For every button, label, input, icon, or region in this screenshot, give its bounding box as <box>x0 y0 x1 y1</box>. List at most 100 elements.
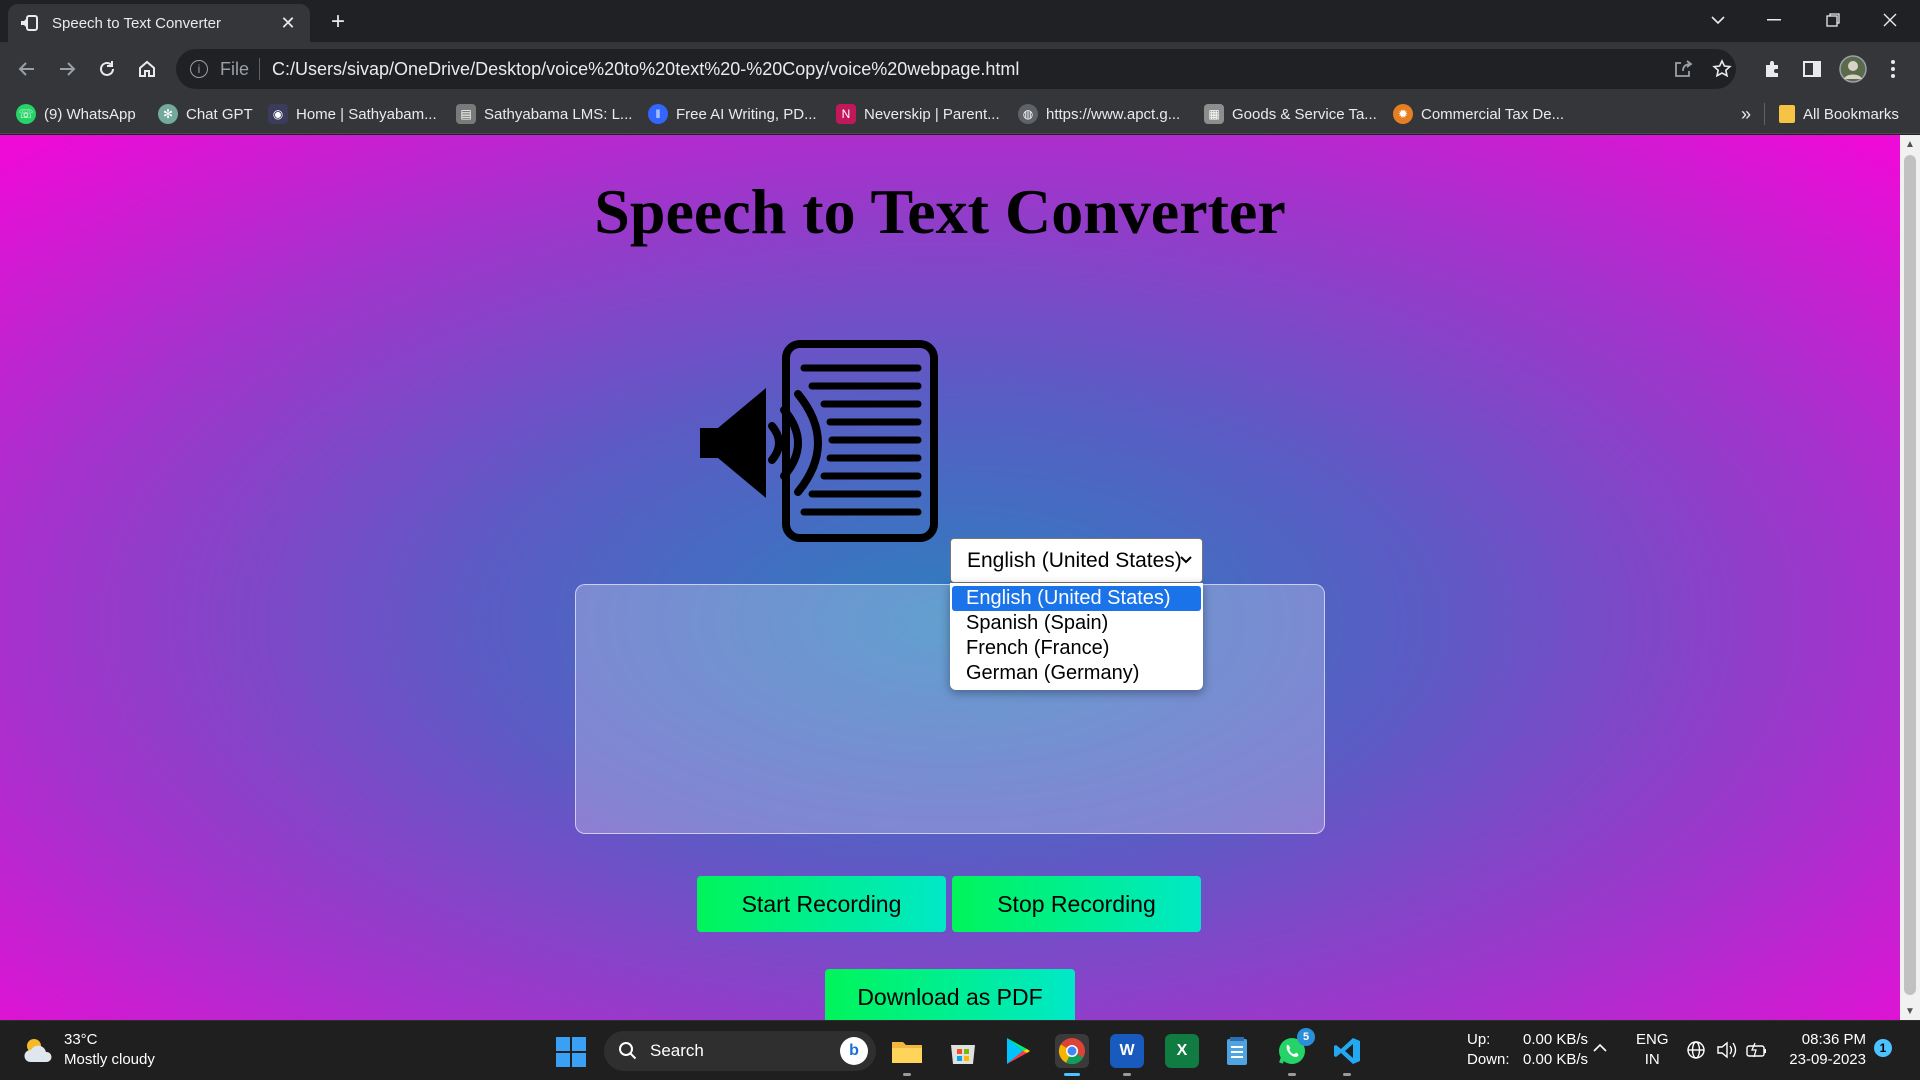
net-up-value: 0.00 KB/s <box>1523 1031 1589 1048</box>
url-text[interactable]: C:/Users/sivap/OneDrive/Desktop/voice%20… <box>272 59 1019 80</box>
weather-desc: Mostly cloudy <box>64 1051 155 1068</box>
bookmark-label: https://www.apct.g... <box>1046 105 1181 123</box>
weather-widget[interactable]: 33°C Mostly cloudy <box>22 1030 155 1070</box>
clock-time: 08:36 PM <box>1801 1031 1866 1048</box>
scroll-down-icon[interactable]: ▼ <box>1900 1002 1920 1020</box>
url-separator <box>259 58 261 80</box>
ai-writing-icon: ǁ <box>648 104 668 124</box>
search-label: Search <box>650 1041 704 1060</box>
vscode-icon[interactable] <box>1330 1034 1364 1068</box>
tab-strip: Speech to Text Converter ✕ + <box>0 0 1920 42</box>
bookmark-star-icon[interactable] <box>1707 54 1737 84</box>
chevron-up-icon[interactable] <box>1592 1039 1608 1059</box>
bookmark-chatgpt[interactable]: ✻ Chat GPT <box>158 96 253 132</box>
neverskip-icon: N <box>836 104 856 124</box>
start-tile <box>556 1053 570 1067</box>
tab-search-icon[interactable] <box>1690 0 1746 40</box>
excel-icon[interactable]: X <box>1165 1034 1199 1068</box>
language-option-english-us[interactable]: English (United States) <box>952 586 1201 611</box>
chrome-icon[interactable] <box>1055 1034 1089 1068</box>
weather-temp: 33°C <box>64 1031 98 1048</box>
start-tile <box>572 1053 586 1067</box>
address-bar[interactable]: i File C:/Users/sivap/OneDrive/Desktop/v… <box>176 49 1736 89</box>
page-title: Speech to Text Converter <box>594 176 1286 247</box>
tab-close-icon[interactable]: ✕ <box>278 13 298 33</box>
bookmark-label: Chat GPT <box>186 105 253 123</box>
lang-line2: IN <box>1644 1051 1660 1068</box>
notification-badge[interactable]: 1 <box>1874 1039 1892 1057</box>
network-speed: Up: 0.00 KB/s Down: 0.00 KB/s <box>1467 1030 1588 1070</box>
battery-icon[interactable] <box>1746 1041 1768 1065</box>
network-globe-icon[interactable] <box>1686 1040 1706 1066</box>
bookmark-apct[interactable]: ◍ https://www.apct.g... <box>1018 96 1180 132</box>
bookmark-ai-writing[interactable]: ǁ Free AI Writing, PD... <box>648 96 817 132</box>
clock[interactable]: 08:36 PM 23-09-2023 <box>1786 1030 1866 1070</box>
page-scrollbar[interactable]: ▲ ▼ <box>1900 135 1920 1020</box>
bookmark-commercial-tax[interactable]: ✹ Commercial Tax De... <box>1393 96 1564 132</box>
language-dropdown-list: English (United States) Spanish (Spain) … <box>950 583 1203 690</box>
running-indicator <box>1123 1073 1131 1076</box>
share-icon[interactable] <box>1668 54 1698 84</box>
speech-to-text-icon <box>700 340 938 542</box>
close-window-icon[interactable] <box>1862 0 1918 40</box>
all-bookmarks-button[interactable]: All Bookmarks <box>1779 96 1899 132</box>
notepad-icon[interactable] <box>1220 1034 1254 1068</box>
start-recording-button[interactable]: Start Recording <box>697 876 946 932</box>
taskbar-search[interactable]: Search b <box>604 1031 876 1071</box>
back-icon[interactable] <box>12 54 42 84</box>
tab-active[interactable]: Speech to Text Converter ✕ <box>8 4 310 42</box>
bookmark-sathyabama-home[interactable]: ◉ Home | Sathyabam... <box>268 96 437 132</box>
taskbar: 33°C Mostly cloudy Search b W X 5 Up: 0.… <box>0 1020 1920 1080</box>
bing-icon[interactable]: b <box>840 1037 868 1065</box>
start-button[interactable] <box>556 1037 586 1067</box>
commercial-tax-icon: ✹ <box>1393 104 1413 124</box>
lang-line1: ENG <box>1636 1031 1669 1048</box>
more-bookmarks-button[interactable]: » <box>1741 96 1751 132</box>
all-bookmarks-label: All Bookmarks <box>1803 105 1899 123</box>
stop-recording-button[interactable]: Stop Recording <box>952 876 1201 932</box>
minimize-icon[interactable] <box>1746 0 1802 40</box>
lms-icon: ▤ <box>456 104 476 124</box>
file-explorer-icon[interactable] <box>890 1034 924 1068</box>
page-viewport: Speech to Text Converter English (United… <box>0 135 1900 1020</box>
extensions-icon[interactable] <box>1757 54 1787 84</box>
restore-icon[interactable] <box>1805 0 1861 40</box>
scrollbar-thumb[interactable] <box>1904 155 1916 995</box>
menu-dots-icon[interactable] <box>1878 54 1908 84</box>
bookmark-gst[interactable]: ▦ Goods & Service Ta... <box>1204 96 1377 132</box>
word-icon[interactable]: W <box>1110 1034 1144 1068</box>
tab-favicon-icon <box>20 14 38 32</box>
new-tab-icon[interactable]: + <box>324 8 352 36</box>
globe-icon: ◍ <box>1018 104 1038 124</box>
bookmark-neverskip[interactable]: N Neverskip | Parent... <box>836 96 1000 132</box>
reload-icon[interactable] <box>92 54 122 84</box>
start-tile <box>572 1037 586 1051</box>
forward-icon[interactable] <box>52 54 82 84</box>
language-option-french[interactable]: French (France) <box>950 636 1203 661</box>
whatsapp-icon: ☏ <box>16 104 36 124</box>
active-indicator <box>1064 1073 1080 1076</box>
start-tile <box>556 1037 570 1051</box>
bookmark-label: Commercial Tax De... <box>1421 105 1565 123</box>
language-option-spanish[interactable]: Spanish (Spain) <box>950 611 1203 636</box>
profile-avatar[interactable] <box>1838 54 1868 84</box>
bookmark-label: Goods & Service Ta... <box>1232 105 1377 123</box>
browser-toolbar: i File C:/Users/sivap/OneDrive/Desktop/v… <box>0 42 1920 96</box>
language-option-german[interactable]: German (Germany) <box>950 661 1203 686</box>
volume-icon[interactable] <box>1716 1040 1738 1066</box>
whatsapp-app-icon[interactable]: 5 <box>1275 1028 1315 1068</box>
microsoft-store-icon[interactable] <box>946 1034 980 1068</box>
site-info-icon[interactable]: i <box>190 60 208 78</box>
gst-icon: ▦ <box>1204 104 1224 124</box>
bookmark-sathyabama-lms[interactable]: ▤ Sathyabama LMS: L... <box>456 96 632 132</box>
bookmark-label: Sathyabama LMS: L... <box>484 105 633 123</box>
download-pdf-button[interactable]: Download as PDF <box>825 969 1075 1020</box>
side-panel-icon[interactable] <box>1797 54 1827 84</box>
scroll-up-icon[interactable]: ▲ <box>1900 135 1920 153</box>
google-play-icon[interactable] <box>1001 1034 1035 1068</box>
bookmark-whatsapp[interactable]: ☏ (9) WhatsApp <box>16 96 136 132</box>
input-language[interactable]: ENG IN <box>1636 1030 1669 1070</box>
language-select[interactable]: English (United States) <box>950 538 1203 583</box>
home-icon[interactable] <box>132 54 162 84</box>
net-down-value: 0.00 KB/s <box>1523 1051 1589 1068</box>
